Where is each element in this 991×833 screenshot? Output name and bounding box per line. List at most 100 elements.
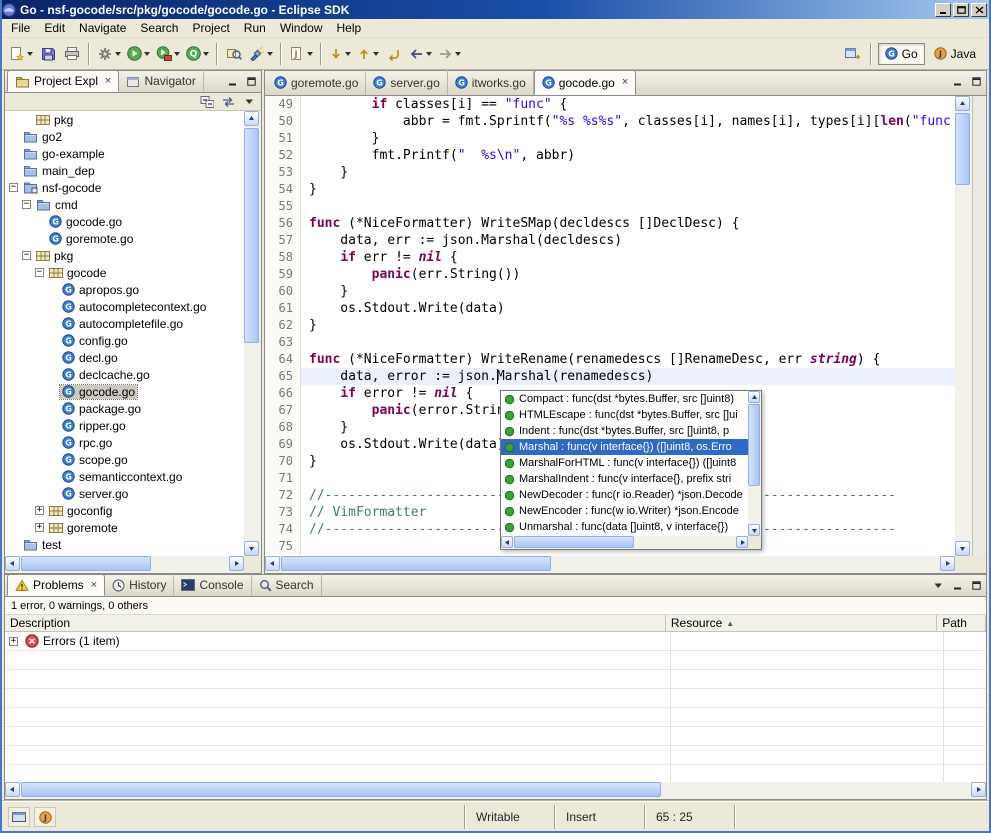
- editor-tab-gocode-go[interactable]: Ggocode.go×: [534, 70, 637, 95]
- tree-expander-plus[interactable]: +: [35, 506, 44, 515]
- project-tree-horizontal-scrollbar[interactable]: [5, 556, 244, 573]
- menu-file[interactable]: File: [4, 19, 37, 37]
- last-edit-location-button[interactable]: [382, 42, 406, 66]
- column-header-description[interactable]: Description: [5, 615, 666, 631]
- open-type-button[interactable]: [222, 42, 246, 66]
- completion-item-marshalforhtml[interactable]: MarshalForHTML : func(v interface{}) ([]…: [501, 455, 748, 471]
- scroll-right-button[interactable]: [229, 556, 244, 571]
- menu-navigate[interactable]: Navigate: [72, 19, 133, 37]
- scroll-left-button[interactable]: [5, 782, 20, 797]
- tree-item-autocompletefile-go[interactable]: Gautocompletefile.go: [5, 315, 244, 332]
- completion-item-marshalindent[interactable]: MarshalIndent : func(v interface{}, pref…: [501, 471, 748, 487]
- dropdown-arrow-icon[interactable]: [203, 52, 209, 56]
- minimize-button[interactable]: [935, 3, 951, 17]
- menu-run[interactable]: Run: [237, 19, 273, 37]
- tree-item-goremote-go[interactable]: Ggoremote.go: [5, 230, 244, 247]
- run-external-button[interactable]: [153, 42, 183, 66]
- dropdown-arrow-icon[interactable]: [455, 52, 461, 56]
- perspective-go[interactable]: GGo: [878, 43, 925, 65]
- tree-item-server-go[interactable]: Gserver.go: [5, 485, 244, 502]
- minimize-view-button[interactable]: [224, 74, 240, 89]
- scroll-up-button[interactable]: [748, 391, 760, 403]
- dropdown-arrow-icon[interactable]: [174, 52, 180, 56]
- code-line-53[interactable]: 53 }: [265, 164, 955, 181]
- code-line-50[interactable]: 50 abbr = fmt.Sprintf("%s %s%s", classes…: [265, 113, 955, 130]
- completion-item-unmarshal[interactable]: Unmarshal : func(data []uint8, v interfa…: [501, 519, 748, 535]
- scrollbar-thumb[interactable]: [244, 128, 259, 343]
- code-line-59[interactable]: 59 panic(err.String()): [265, 266, 955, 283]
- perspective-java[interactable]: JJava: [927, 43, 983, 65]
- back-button[interactable]: [406, 42, 435, 66]
- column-header-resource[interactable]: Resource▲: [666, 615, 937, 631]
- minimize-view-button[interactable]: [949, 578, 965, 593]
- previous-annotation-button[interactable]: [354, 42, 382, 66]
- tree-item-nsf-gocode[interactable]: −nsf-gocode: [5, 179, 244, 196]
- menu-edit[interactable]: Edit: [37, 19, 72, 37]
- column-header-path[interactable]: Path: [937, 615, 986, 631]
- view-menu-button[interactable]: [930, 578, 946, 593]
- scroll-up-button[interactable]: [244, 111, 259, 126]
- scroll-right-button[interactable]: [971, 782, 986, 797]
- scroll-left-button[interactable]: [265, 556, 280, 571]
- print-button[interactable]: [60, 42, 84, 66]
- scroll-down-button[interactable]: [955, 541, 970, 556]
- coverage-button[interactable]: Q: [183, 42, 212, 66]
- dropdown-arrow-icon[interactable]: [144, 52, 150, 56]
- code-line-65[interactable]: 65 data, error := json.Marshal(renamedes…: [265, 368, 955, 385]
- tree-expander-minus[interactable]: −: [22, 251, 31, 260]
- scroll-left-button[interactable]: [5, 556, 20, 571]
- run-button[interactable]: [124, 42, 153, 66]
- popup-vertical-scrollbar[interactable]: [748, 391, 761, 536]
- tree-item-package-go[interactable]: Gpackage.go: [5, 400, 244, 417]
- tree-item-pkg[interactable]: −pkg: [5, 247, 244, 264]
- build-gear-button[interactable]: [94, 42, 124, 66]
- tree-item-gocode[interactable]: −gocode: [5, 264, 244, 281]
- scrollbar-thumb[interactable]: [514, 536, 634, 548]
- tree-item-gocode-go[interactable]: Ggocode.go: [5, 213, 244, 230]
- code-line-49[interactable]: 49 if classes[i] == "func" {: [265, 96, 955, 113]
- scroll-down-button[interactable]: [244, 541, 259, 556]
- tree-item-config-go[interactable]: Gconfig.go: [5, 332, 244, 349]
- code-line-60[interactable]: 60 }: [265, 283, 955, 300]
- completion-item-indent[interactable]: Indent : func(dst *bytes.Buffer, src []u…: [501, 423, 748, 439]
- scroll-down-button[interactable]: [748, 524, 760, 536]
- view-tab-problems[interactable]: Problems×: [7, 574, 105, 596]
- code-line-55[interactable]: 55: [265, 198, 955, 215]
- dropdown-arrow-icon[interactable]: [115, 52, 121, 56]
- open-perspective-button[interactable]: [840, 42, 864, 66]
- problems-row-errors-1-item[interactable]: +Errors (1 item): [5, 632, 986, 651]
- maximize-view-button[interactable]: [968, 578, 984, 593]
- scroll-left-button[interactable]: [501, 536, 513, 548]
- maximize-view-button[interactable]: [243, 74, 259, 89]
- scrollbar-thumb[interactable]: [955, 113, 970, 185]
- problems-horizontal-scrollbar[interactable]: [5, 782, 986, 799]
- dropdown-arrow-icon[interactable]: [307, 52, 313, 56]
- tree-item-rpc-go[interactable]: Grpc.go: [5, 434, 244, 451]
- tree-item-ripper-go[interactable]: Gripper.go: [5, 417, 244, 434]
- forward-button[interactable]: [435, 42, 464, 66]
- close-button[interactable]: [971, 3, 987, 17]
- scrollbar-thumb[interactable]: [281, 556, 551, 571]
- editor-vertical-scrollbar[interactable]: [955, 96, 972, 556]
- menu-search[interactable]: Search: [133, 19, 185, 37]
- menu-window[interactable]: Window: [273, 19, 330, 37]
- view-tab-navigator[interactable]: Navigator: [119, 70, 203, 92]
- code-line-64[interactable]: 64func (*NiceFormatter) WriteRename(rena…: [265, 351, 955, 368]
- java-fast-view-icon[interactable]: J: [34, 807, 56, 827]
- tree-item-apropos-go[interactable]: Gapropos.go: [5, 281, 244, 298]
- tree-item-declcache-go[interactable]: Gdeclcache.go: [5, 366, 244, 383]
- view-tab-history[interactable]: History: [105, 574, 174, 596]
- completion-item-marshal[interactable]: Marshal : func(v interface{}) ([]uint8, …: [501, 439, 748, 455]
- menu-project[interactable]: Project: [185, 19, 236, 37]
- completion-item-compact[interactable]: Compact : func(dst *bytes.Buffer, src []…: [501, 391, 748, 407]
- close-tab-icon[interactable]: ×: [622, 77, 628, 88]
- project-tree-vertical-scrollbar[interactable]: [244, 111, 261, 556]
- completion-item-htmlescape[interactable]: HTMLEscape : func(dst *bytes.Buffer, src…: [501, 407, 748, 423]
- scroll-right-button[interactable]: [736, 536, 748, 548]
- tree-expander-minus[interactable]: −: [9, 183, 18, 192]
- completion-item-newencoder[interactable]: NewEncoder : func(w io.Writer) *json.Enc…: [501, 503, 748, 519]
- code-line-58[interactable]: 58 if err != nil {: [265, 249, 955, 266]
- tree-item-go2[interactable]: go2: [5, 128, 244, 145]
- tree-item-semanticcontext-go[interactable]: Gsemanticcontext.go: [5, 468, 244, 485]
- dropdown-arrow-icon[interactable]: [267, 52, 273, 56]
